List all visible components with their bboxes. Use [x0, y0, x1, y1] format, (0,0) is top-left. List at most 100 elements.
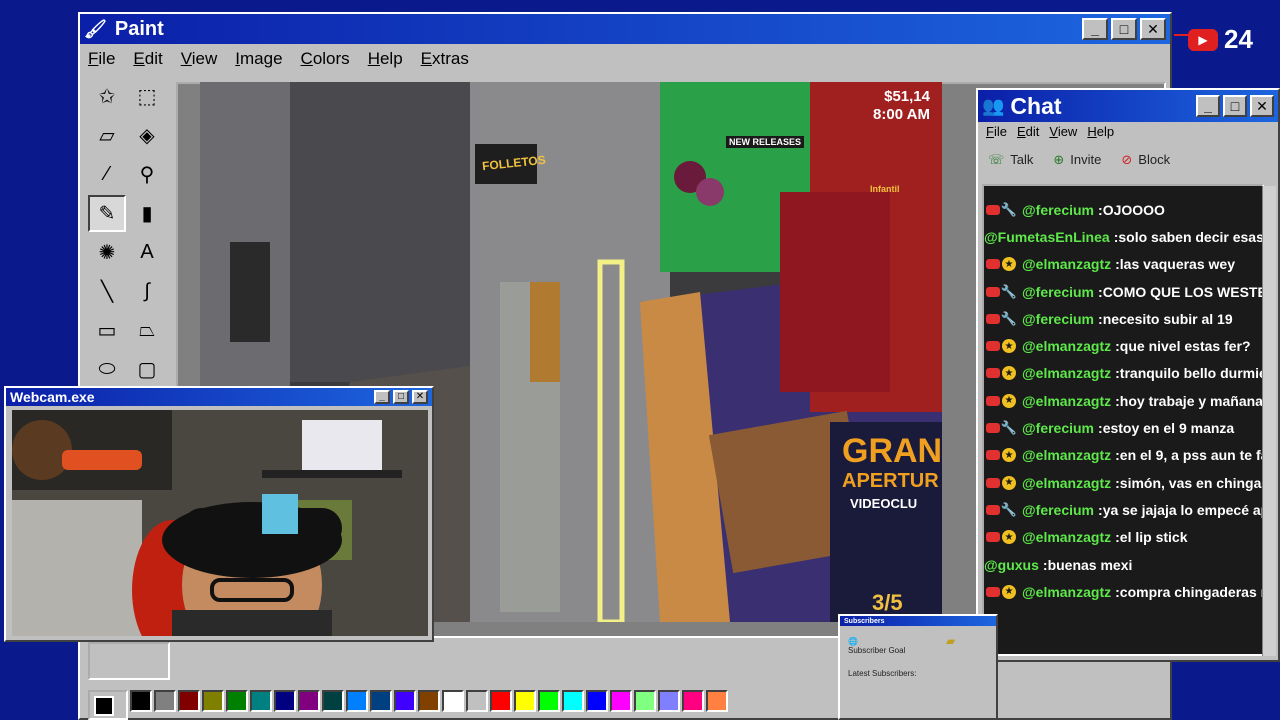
chat-username[interactable]: @elmanzagtz [1022, 256, 1111, 272]
rounded-rect-icon[interactable]: ▢ [128, 351, 166, 388]
palette-swatch[interactable] [250, 690, 272, 712]
close-button[interactable]: ✕ [412, 390, 428, 404]
chat-username[interactable]: @guxus [984, 557, 1039, 573]
palette-swatch[interactable] [586, 690, 608, 712]
curve-icon[interactable]: ∫ [128, 273, 166, 310]
brush-icon[interactable]: ▮ [128, 195, 166, 232]
palette-swatch[interactable] [418, 690, 440, 712]
paint-menubar: File Edit View Image Colors Help Extras [80, 44, 1170, 74]
fill-icon[interactable]: ◈ [128, 117, 166, 154]
palette-swatch[interactable] [154, 690, 176, 712]
youtube-icon [986, 477, 1000, 488]
chat-username[interactable]: @elmanzagtz [1022, 447, 1111, 463]
youtube-icon: ▶ [1188, 28, 1218, 51]
maximize-button[interactable]: □ [393, 390, 409, 404]
chat-message-list[interactable]: 🔧 @ferecium: OJOOOO @FumetasEnLinea: solo … [982, 184, 1264, 656]
chat-menu-help[interactable]: Help [1087, 124, 1114, 140]
ellipse-icon[interactable]: ⬭ [88, 351, 126, 388]
subscribers-widget: Subscribers 🌐 Subscriber Goal Latest Sub… [838, 614, 998, 720]
rectangle-icon[interactable]: ▭ [88, 312, 126, 349]
chat-tool-label: Talk [1010, 152, 1034, 167]
menu-view[interactable]: View [181, 49, 218, 69]
menu-help[interactable]: Help [368, 49, 403, 69]
chat-username[interactable]: @ferecium [1022, 202, 1094, 218]
palette-swatch[interactable] [178, 690, 200, 712]
palette-swatch[interactable] [274, 690, 296, 712]
current-color[interactable] [88, 690, 128, 720]
menu-image[interactable]: Image [235, 49, 282, 69]
palette-swatch[interactable] [298, 690, 320, 712]
magnifier-icon[interactable]: ⚲ [128, 156, 166, 193]
chat-username[interactable]: @ferecium [1022, 311, 1094, 327]
chat-username[interactable]: @elmanzagtz [1022, 475, 1111, 491]
minimize-button[interactable]: _ [374, 390, 390, 404]
close-button[interactable]: ✕ [1140, 18, 1166, 40]
chat-titlebar[interactable]: 👥 Chat _ □ ✕ [978, 90, 1278, 122]
moderator-wrench-icon: 🔧 [1000, 310, 1018, 326]
palette-swatch[interactable] [322, 690, 344, 712]
chat-username[interactable]: @FumetasEnLinea [984, 229, 1110, 245]
youtube-icon [986, 423, 1000, 434]
webcam-titlebar[interactable]: Webcam.exe _ □ ✕ [6, 388, 432, 406]
palette-swatch[interactable] [466, 690, 488, 712]
menu-file[interactable]: File [88, 49, 115, 69]
talk-icon: ☏ [988, 152, 1005, 167]
color-picker-icon[interactable]: ⁄ [88, 156, 126, 193]
text-icon[interactable]: A [128, 234, 166, 271]
polygon-icon[interactable]: ⏢ [128, 312, 166, 349]
palette-swatch[interactable] [682, 690, 704, 712]
chat-username[interactable]: @ferecium [1022, 420, 1094, 436]
palette-swatch[interactable] [514, 690, 536, 712]
palette-swatch[interactable] [442, 690, 464, 712]
close-button[interactable]: ✕ [1250, 95, 1274, 117]
tool-options[interactable] [88, 642, 170, 680]
eraser-icon[interactable]: ▱ [88, 117, 126, 154]
chat-menubar: File Edit View Help [978, 122, 1278, 142]
chat-block-button[interactable]: ⊘ Block [1121, 152, 1170, 168]
chat-menu-edit[interactable]: Edit [1017, 124, 1039, 140]
palette-swatch[interactable] [394, 690, 416, 712]
palette-swatch[interactable] [634, 690, 656, 712]
palette-swatch[interactable] [706, 690, 728, 712]
free-select-icon[interactable]: ✩ [88, 78, 126, 115]
palette-swatch[interactable] [490, 690, 512, 712]
chat-text: buenas mexi [1047, 556, 1133, 573]
paint-titlebar[interactable]: 🖌 Paint _ □ ✕ [80, 14, 1170, 44]
airbrush-icon[interactable]: ✺ [88, 234, 126, 271]
chat-menu-file[interactable]: File [986, 124, 1007, 140]
chat-scrollbar[interactable] [1262, 186, 1276, 656]
maximize-button[interactable]: □ [1111, 18, 1137, 40]
palette-swatch[interactable] [610, 690, 632, 712]
pencil-icon[interactable]: ✎ [88, 195, 126, 232]
chat-invite-button[interactable]: ⊕ Invite [1053, 152, 1101, 168]
maximize-button[interactable]: □ [1223, 95, 1247, 117]
palette-swatch[interactable] [346, 690, 368, 712]
palette-swatch[interactable] [658, 690, 680, 712]
chat-username[interactable]: @elmanzagtz [1022, 338, 1111, 354]
palette-swatch[interactable] [226, 690, 248, 712]
chat-talk-button[interactable]: ☏ Talk [988, 152, 1033, 168]
palette-swatch[interactable] [562, 690, 584, 712]
palette-swatch[interactable] [538, 690, 560, 712]
chat-message: ★@elmanzagtz: compra chingaderas mexi. [984, 578, 1262, 605]
palette-swatch[interactable] [130, 690, 152, 712]
menu-edit[interactable]: Edit [133, 49, 162, 69]
moderator-wrench-icon: 🔧 [1000, 501, 1018, 517]
palette-swatch[interactable] [202, 690, 224, 712]
line-icon[interactable]: ╲ [88, 273, 126, 310]
chat-username[interactable]: @elmanzagtz [1022, 365, 1111, 381]
rect-select-icon[interactable]: ⬚ [128, 78, 166, 115]
minimize-button[interactable]: _ [1196, 95, 1220, 117]
chat-username[interactable]: @ferecium [1022, 284, 1094, 300]
menu-colors[interactable]: Colors [301, 49, 350, 69]
minimize-button[interactable]: _ [1082, 18, 1108, 40]
chat-menu-view[interactable]: View [1049, 124, 1077, 140]
chat-username[interactable]: @elmanzagtz [1022, 529, 1111, 545]
subscribers-titlebar: Subscribers [840, 616, 996, 626]
menu-extras[interactable]: Extras [421, 49, 469, 69]
chat-username[interactable]: @ferecium [1022, 502, 1094, 518]
palette-swatch[interactable] [370, 690, 392, 712]
chat-message: 🔧@ferecium: COMO QUE LOS WESTERN W [984, 278, 1262, 305]
chat-username[interactable]: @elmanzagtz [1022, 393, 1111, 409]
chat-username[interactable]: @elmanzagtz [1022, 584, 1111, 600]
